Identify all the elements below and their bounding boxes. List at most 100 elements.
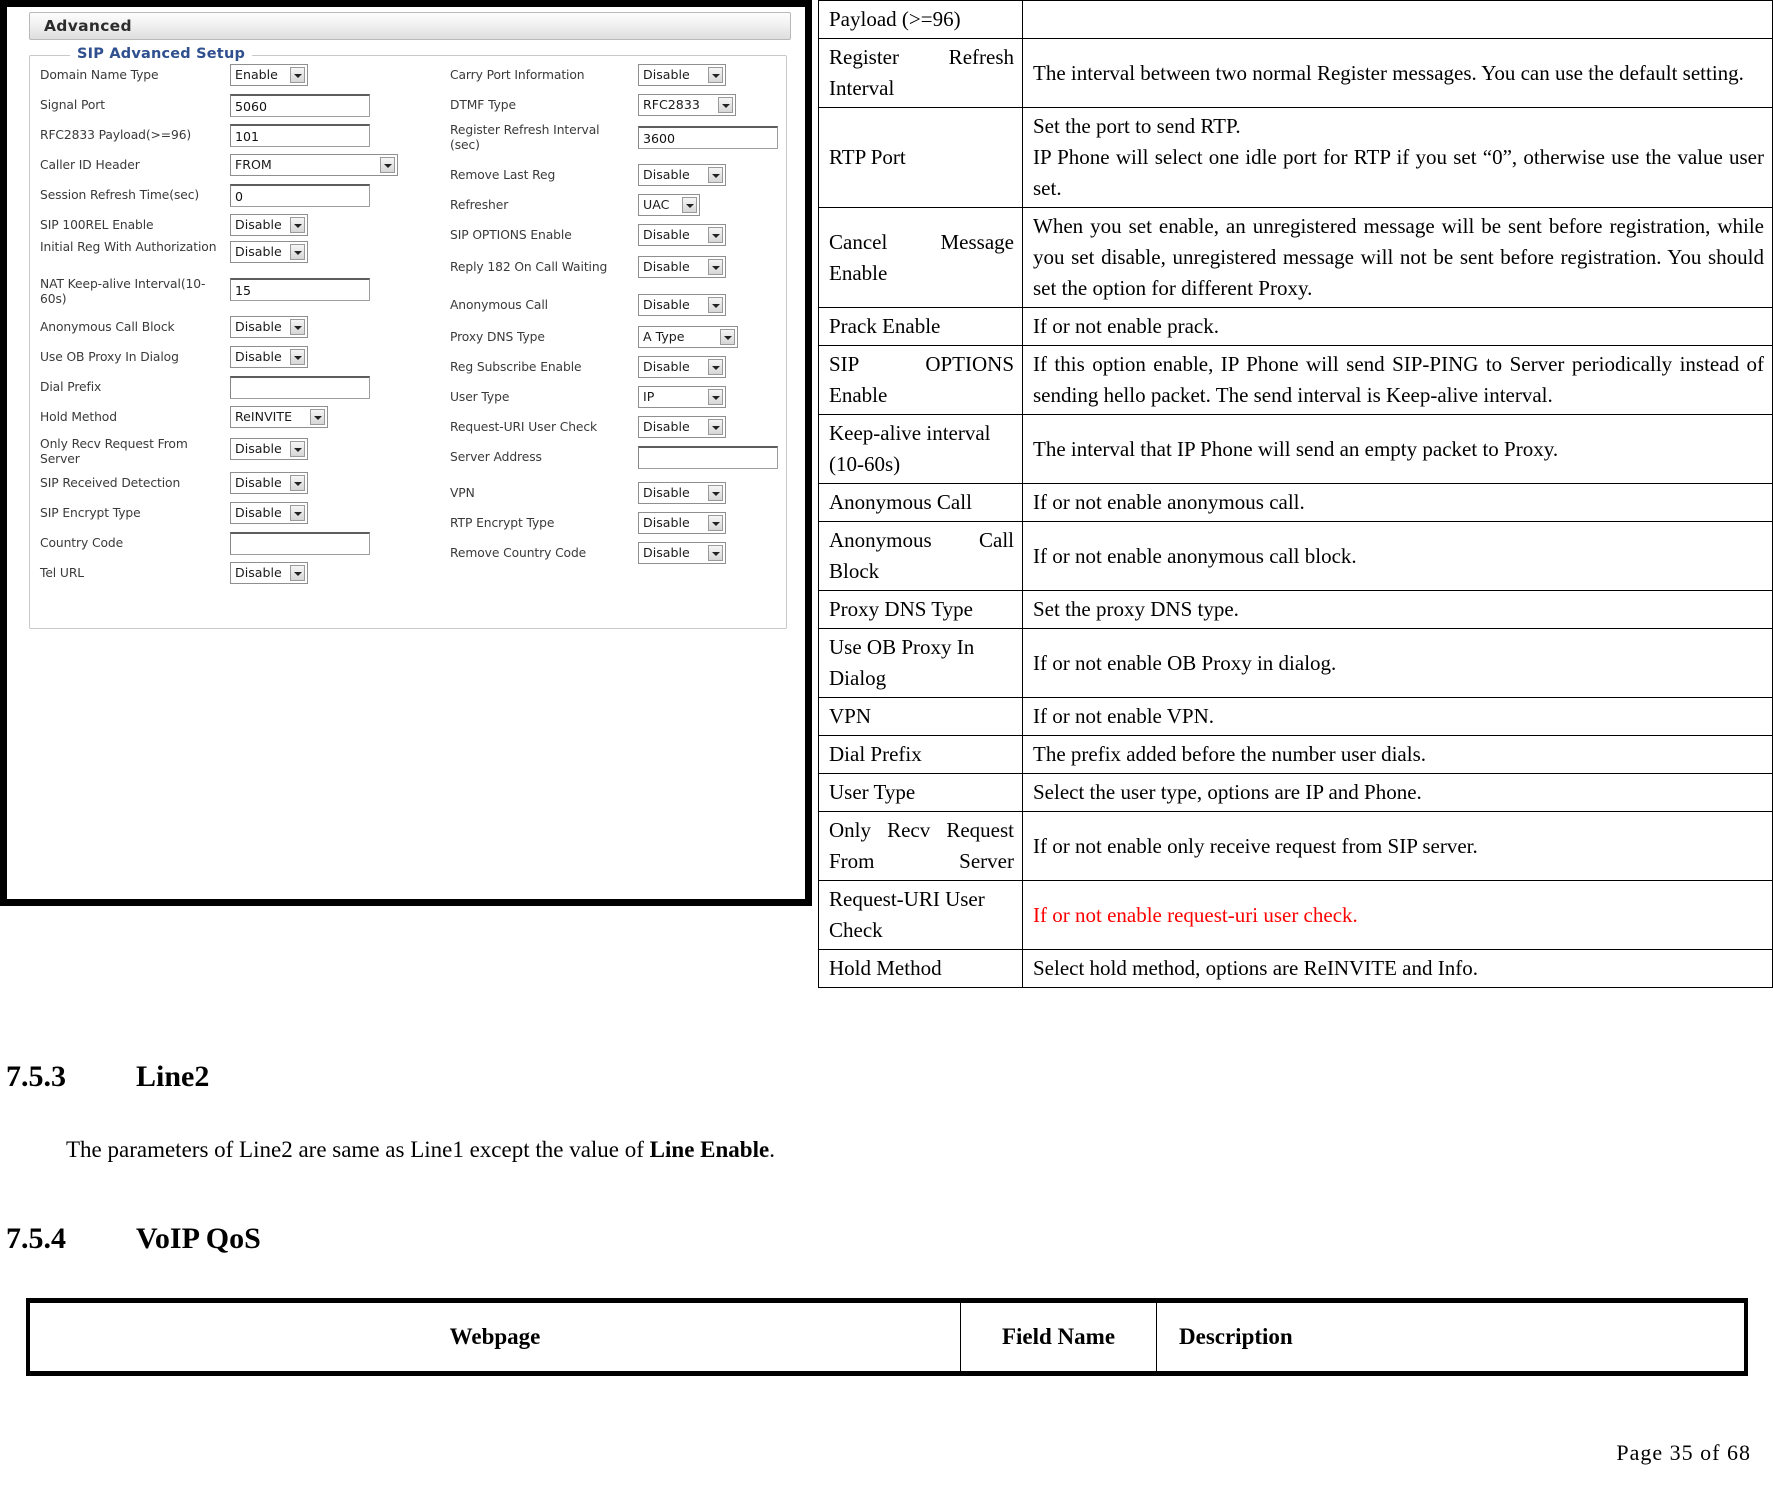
field-select-left-5[interactable]: Disable bbox=[230, 214, 308, 236]
field-label-left-5: SIP 100REL Enable bbox=[40, 218, 154, 232]
field-select-right-13[interactable]: Disable bbox=[638, 482, 726, 504]
chevron-down-icon[interactable] bbox=[708, 359, 723, 375]
field-select-left-13[interactable]: Disable bbox=[230, 472, 308, 494]
field-select-left-0[interactable]: Enable bbox=[230, 64, 308, 86]
field-input-left-15[interactable] bbox=[230, 532, 370, 555]
chevron-down-icon[interactable] bbox=[720, 329, 735, 345]
field-label-left-14: SIP Encrypt Type bbox=[40, 506, 141, 520]
chevron-down-icon[interactable] bbox=[290, 475, 305, 491]
field-description-cell: Set the proxy DNS type. bbox=[1022, 590, 1773, 629]
field-select-value-left-5: Disable bbox=[235, 217, 282, 232]
chevron-down-icon[interactable] bbox=[380, 157, 395, 173]
field-select-right-14[interactable]: Disable bbox=[638, 512, 726, 534]
heading-voip-qos-number: 7.5.4 bbox=[6, 1222, 66, 1255]
table-header-row: Webpage Field Name Description bbox=[27, 1300, 1747, 1374]
field-select-right-9[interactable]: Disable bbox=[638, 356, 726, 378]
field-name-cell: Cancel Message Enable bbox=[818, 207, 1023, 308]
field-label-right-1: DTMF Type bbox=[450, 98, 516, 112]
field-name-cell: Request-URI User Check bbox=[818, 880, 1023, 950]
field-input-left-7[interactable]: 15 bbox=[230, 278, 370, 301]
field-select-left-3[interactable]: FROM bbox=[230, 154, 398, 176]
chevron-down-icon[interactable] bbox=[290, 217, 305, 233]
field-select-right-0[interactable]: Disable bbox=[638, 64, 726, 86]
field-input-left-1[interactable]: 5060 bbox=[230, 94, 370, 117]
field-select-right-8[interactable]: A Type bbox=[638, 326, 738, 348]
field-description-cell: If or not enable prack. bbox=[1022, 307, 1773, 346]
chevron-down-icon[interactable] bbox=[290, 505, 305, 521]
chevron-down-icon[interactable] bbox=[718, 97, 733, 113]
table-row: RTP Port Set the port to send RTP. IP Phon… bbox=[818, 107, 1773, 208]
field-name-cell: Register Refresh Interval bbox=[818, 38, 1023, 108]
field-select-right-4[interactable]: UAC bbox=[638, 194, 700, 216]
field-select-right-3[interactable]: Disable bbox=[638, 164, 726, 186]
description-line: Select the user type, options are IP and… bbox=[1033, 780, 1422, 804]
chevron-down-icon[interactable] bbox=[708, 227, 723, 243]
field-input-left-4[interactable]: 0 bbox=[230, 184, 370, 207]
chevron-down-icon[interactable] bbox=[290, 67, 305, 83]
field-input-value-left-2: 101 bbox=[235, 129, 260, 144]
chevron-down-icon[interactable] bbox=[708, 297, 723, 313]
chevron-down-icon[interactable] bbox=[708, 167, 723, 183]
heading-voip-qos: 7.5.4 VoIP QoS bbox=[6, 1222, 261, 1256]
table-row: Hold Method Select hold method, options a… bbox=[818, 949, 1773, 988]
field-select-value-left-16: Disable bbox=[235, 565, 282, 580]
heading-voip-qos-title: VoIP QoS bbox=[136, 1222, 261, 1255]
heading-line2: 7.5.3 Line2 bbox=[6, 1060, 209, 1094]
field-label-right-6: Reply 182 On Call Waiting bbox=[450, 260, 608, 274]
description-line: If or not enable OB Proxy in dialog. bbox=[1033, 650, 1337, 675]
field-label-left-7: NAT Keep-alive Interval(10-60s) bbox=[40, 277, 206, 306]
field-label-left-4: Session Refresh Time(sec) bbox=[40, 188, 200, 202]
field-description-cell: If or not enable anonymous call. bbox=[1022, 483, 1773, 522]
chevron-down-icon[interactable] bbox=[290, 319, 305, 335]
chevron-down-icon[interactable] bbox=[310, 409, 325, 425]
field-label-left-11: Hold Method bbox=[40, 410, 117, 424]
chevron-down-icon[interactable] bbox=[708, 515, 723, 531]
field-input-left-10[interactable] bbox=[230, 376, 370, 399]
chevron-down-icon[interactable] bbox=[290, 349, 305, 365]
description-line: If this option enable, IP Phone will sen… bbox=[1033, 352, 1764, 407]
description-line: The prefix added before the number user … bbox=[1033, 742, 1427, 766]
field-input-right-2[interactable]: 3600 bbox=[638, 126, 778, 149]
chevron-down-icon[interactable] bbox=[708, 67, 723, 83]
field-select-right-11[interactable]: Disable bbox=[638, 416, 726, 438]
chevron-down-icon[interactable] bbox=[708, 485, 723, 501]
field-select-right-6[interactable]: Disable bbox=[638, 256, 726, 278]
field-select-left-9[interactable]: Disable bbox=[230, 346, 308, 368]
field-select-left-16[interactable]: Disable bbox=[230, 562, 308, 584]
field-select-left-12[interactable]: Disable bbox=[230, 438, 308, 460]
chevron-down-icon[interactable] bbox=[708, 419, 723, 435]
chevron-down-icon[interactable] bbox=[708, 545, 723, 561]
field-description-cell: If or not enable request-uri user check. bbox=[1022, 880, 1773, 950]
field-label-left-8: Anonymous Call Block bbox=[40, 320, 175, 334]
field-select-right-7[interactable]: Disable bbox=[638, 294, 726, 316]
field-select-left-8[interactable]: Disable bbox=[230, 316, 308, 338]
field-label-right-11: Request-URI User Check bbox=[450, 420, 598, 434]
field-select-right-5[interactable]: Disable bbox=[638, 224, 726, 246]
advanced-title-label: Advanced bbox=[44, 17, 132, 35]
field-select-left-11[interactable]: ReINVITE bbox=[230, 406, 328, 428]
field-select-right-10[interactable]: IP bbox=[638, 386, 726, 408]
line2-paragraph: The parameters of Line2 are same as Line… bbox=[66, 1135, 775, 1165]
field-label-left-15: Country Code bbox=[40, 536, 124, 550]
field-input-right-12[interactable] bbox=[638, 446, 778, 469]
field-description-cell: If or not enable anonymous call block. bbox=[1022, 521, 1773, 591]
chevron-down-icon[interactable] bbox=[290, 441, 305, 457]
field-label-left-2: RFC2833 Payload(>=96) bbox=[40, 128, 192, 142]
chevron-down-icon[interactable] bbox=[708, 389, 723, 405]
field-label-right-10: User Type bbox=[450, 390, 510, 404]
field-input-left-2[interactable]: 101 bbox=[230, 124, 370, 147]
table-row: Prack Enable If or not enable prack. bbox=[818, 307, 1773, 346]
chevron-down-icon[interactable] bbox=[290, 244, 305, 260]
chevron-down-icon[interactable] bbox=[290, 565, 305, 581]
chevron-down-icon[interactable] bbox=[682, 197, 697, 213]
field-select-left-6[interactable]: Disable bbox=[230, 241, 308, 263]
field-select-left-14[interactable]: Disable bbox=[230, 502, 308, 524]
field-input-value-right-2: 3600 bbox=[643, 131, 676, 146]
chevron-down-icon[interactable] bbox=[708, 259, 723, 275]
field-select-value-right-5: Disable bbox=[643, 227, 690, 242]
field-description-cell: The prefix added before the number user … bbox=[1022, 735, 1773, 774]
field-select-right-1[interactable]: RFC2833 bbox=[638, 94, 736, 116]
field-select-right-15[interactable]: Disable bbox=[638, 542, 726, 564]
sip-advanced-setup-fieldset: SIP Advanced Setup Domain Name Type Enabl… bbox=[29, 46, 787, 629]
field-name-cell: Prack Enable bbox=[818, 307, 1023, 346]
